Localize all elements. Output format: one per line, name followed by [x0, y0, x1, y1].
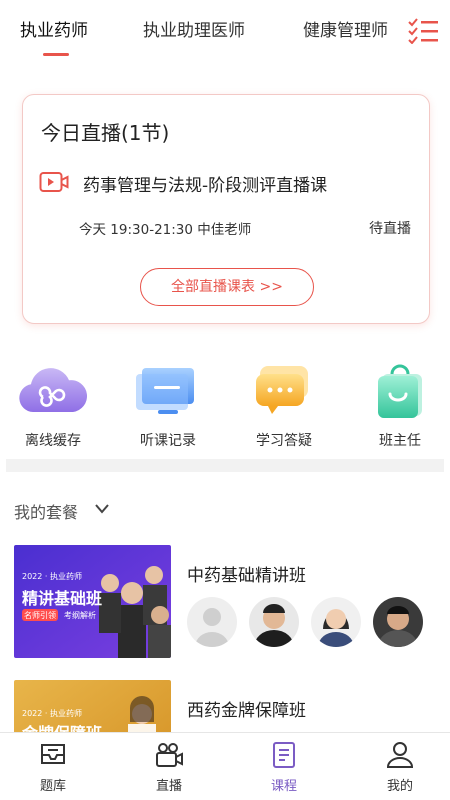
user-icon [386, 742, 414, 768]
package-thumbnail: 2022 · 执业药师 精讲基础班 名师引领 考纲解析 [14, 545, 171, 658]
cloud-icon [19, 368, 88, 412]
thumb-year-tag: 2022 · 执业药师 [22, 709, 82, 718]
study-qa-label: 学习答疑 [256, 433, 312, 449]
live-course-time: 今天 19:30-21:30 中佳老师 [79, 222, 252, 238]
movie-camera-icon [156, 743, 183, 767]
active-tab-indicator [43, 53, 69, 56]
package-name: 中药基础精讲班 [187, 566, 306, 586]
nav-profile[interactable]: 我的 [355, 739, 445, 794]
nav-courses-label: 课程 [270, 779, 297, 794]
chevron-down-icon[interactable] [94, 503, 110, 515]
thumb-year-tag: 2022 · 执业药师 [22, 572, 82, 581]
study-qa-button[interactable]: 学习答疑 [234, 362, 334, 450]
offline-cache-button[interactable]: 离线缓存 [3, 362, 103, 450]
package-card[interactable]: 2022 · 执业药师 精讲基础班 名师引领 考纲解析 中药基础精讲班 [14, 545, 444, 660]
category-menu-icon[interactable] [407, 18, 439, 44]
top-tab-bar: 执业药师 执业助理医师 健康管理师 [0, 0, 450, 60]
nav-courses[interactable]: 课程 [239, 739, 329, 794]
thumb-headline: 精讲基础班 [22, 589, 103, 608]
thumb-subtitle: 考纲解析 [64, 611, 96, 620]
live-card-title: 今日直播(1节) [41, 121, 170, 145]
tab-assistant-physician[interactable]: 执业助理医师 [143, 16, 245, 41]
study-record-label: 听课记录 [140, 433, 196, 449]
tab-health-manager[interactable]: 健康管理师 [303, 16, 389, 41]
package-card[interactable]: 2022 · 执业药师 金牌保障班 西药金牌保障班 [14, 680, 444, 740]
live-course-title[interactable]: 药事管理与法规-阶段测评直播课 [83, 171, 327, 196]
nav-live[interactable]: 直播 [124, 739, 214, 794]
avatar [187, 597, 237, 647]
bottom-navigation: 题库 直播 课程 我的 [0, 732, 450, 800]
nav-profile-label: 我的 [386, 779, 413, 794]
nav-live-label: 直播 [155, 779, 182, 794]
offline-cache-label: 离线缓存 [25, 433, 81, 449]
section-divider [6, 459, 444, 472]
shopping-bag-icon [378, 364, 422, 418]
study-record-button[interactable]: 听课记录 [118, 362, 218, 450]
live-status-badge: 待直播 [369, 221, 411, 237]
avatar [249, 597, 299, 647]
all-live-schedule-button[interactable]: 全部直播课表 >> [140, 268, 314, 306]
book-icon [273, 742, 295, 768]
avatar [311, 597, 361, 647]
package-name: 西药金牌保障班 [187, 701, 306, 721]
monitor-icon [136, 368, 194, 414]
quick-actions: 离线缓存 听课记录 学习答疑 班主任 [0, 362, 450, 452]
chat-bubble-icon [256, 366, 308, 414]
inbox-tray-icon [41, 744, 65, 764]
nav-question-bank[interactable]: 题库 [8, 739, 98, 794]
thumb-badge: 名师引领 [24, 611, 56, 620]
my-packages-title[interactable]: 我的套餐 [14, 499, 78, 523]
head-teacher-button[interactable]: 班主任 [350, 362, 450, 450]
today-live-card: 今日直播(1节) 药事管理与法规-阶段测评直播课 今天 19:30-21:30 … [22, 94, 430, 324]
tab-pharmacist[interactable]: 执业药师 [20, 16, 88, 41]
video-camera-icon [39, 172, 69, 192]
package-thumbnail: 2022 · 执业药师 金牌保障班 [14, 680, 171, 740]
head-teacher-label: 班主任 [379, 433, 421, 449]
nav-question-bank-label: 题库 [39, 779, 66, 794]
avatar [373, 597, 423, 647]
